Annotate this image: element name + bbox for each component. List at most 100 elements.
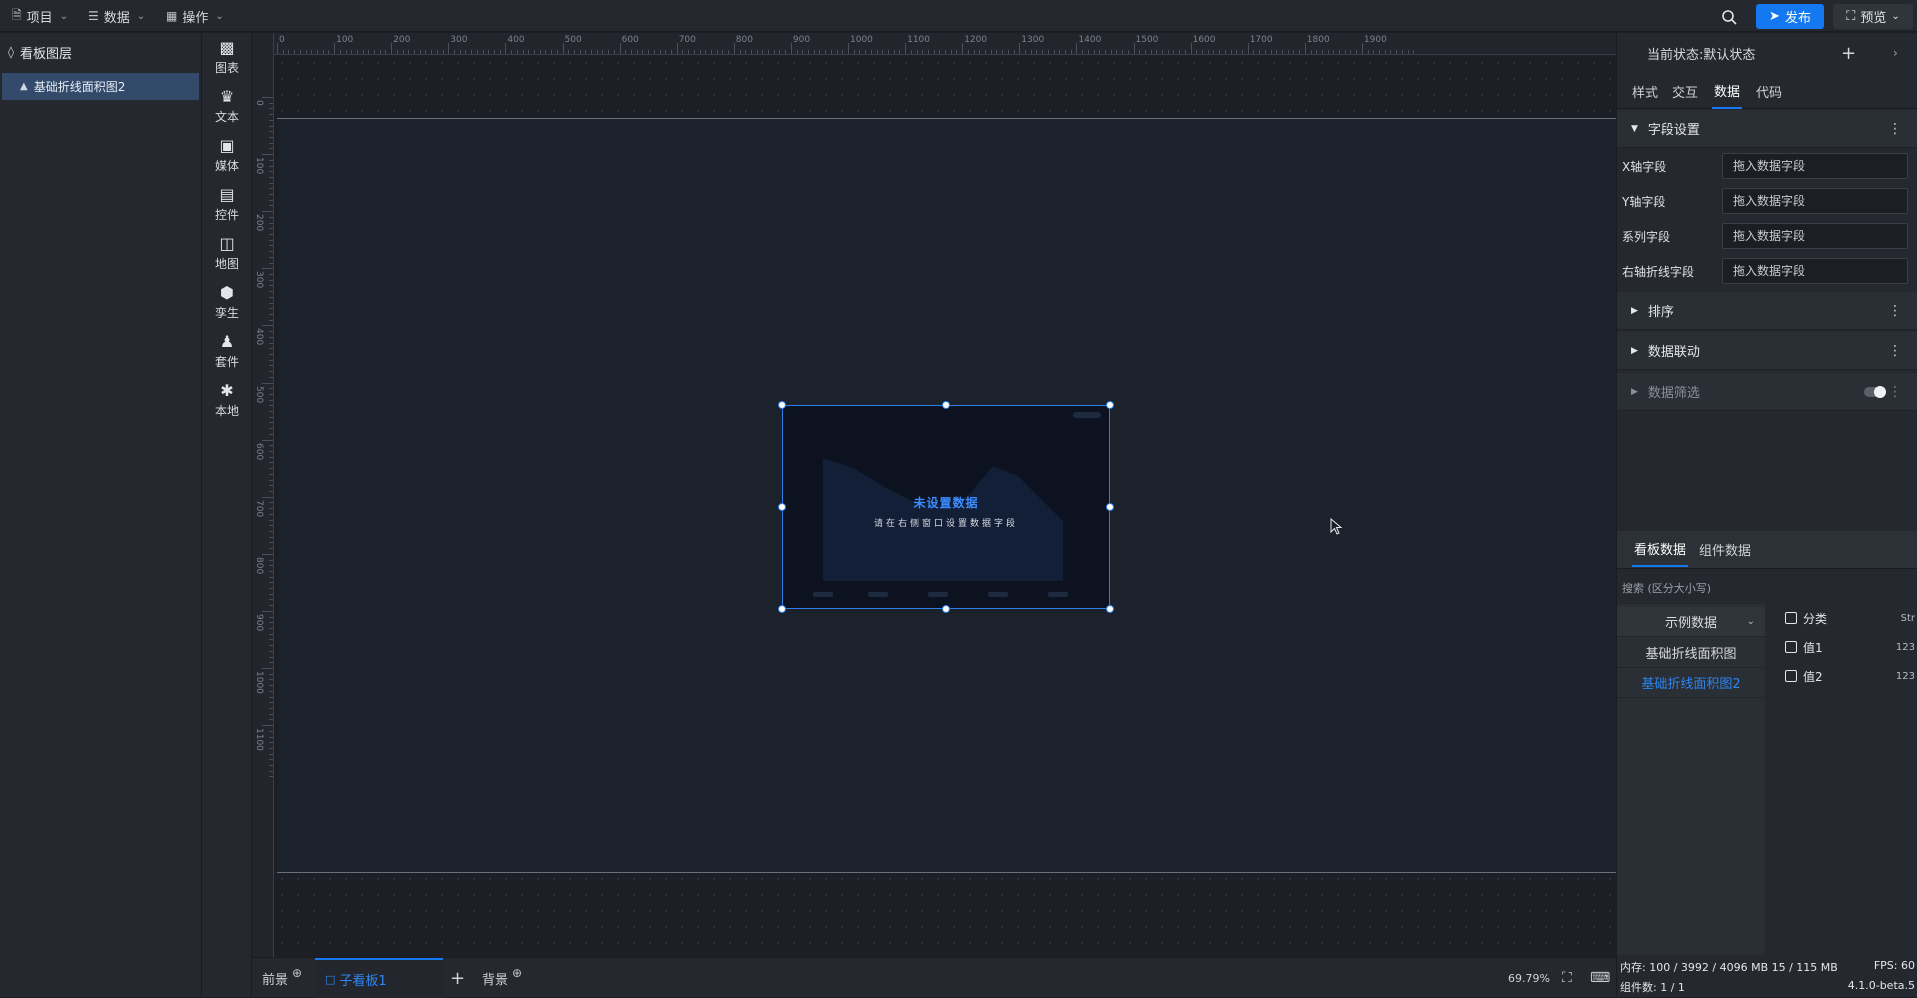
- ruler-tick: [262, 496, 273, 498]
- ruler-minor-tick: [269, 194, 273, 196]
- x-axis-field-input[interactable]: [1722, 153, 1908, 179]
- search-button[interactable]: [1718, 6, 1740, 28]
- ruler-minor-tick: [1162, 50, 1164, 54]
- layer-item[interactable]: ▲ 基础折线面积图2: [2, 73, 199, 100]
- ruler-minor-tick: [1379, 50, 1381, 54]
- ruler-left[interactable]: 0 100 200 300 400 500 600 700 800 900 1000 1100: [252, 33, 274, 957]
- more-icon[interactable]: ⋮: [1888, 343, 1902, 359]
- tab-interaction[interactable]: 交互: [1672, 73, 1698, 109]
- right-axis-field-input[interactable]: [1722, 258, 1908, 284]
- tab-sub-board[interactable]: □ 子看板1: [315, 958, 443, 998]
- ruler-minor-tick: [269, 696, 273, 698]
- ruler-minor-tick: [670, 50, 672, 54]
- add-board-button[interactable]: +: [450, 958, 465, 998]
- dataset-search-input[interactable]: [1622, 577, 1912, 599]
- tab-data[interactable]: 数据: [1712, 73, 1743, 109]
- dataset-item[interactable]: 基础折线面积图: [1617, 638, 1765, 668]
- ruler-minor-tick: [471, 50, 473, 54]
- state-value[interactable]: 默认状态: [1703, 44, 1755, 63]
- ruler-minor-tick: [345, 50, 347, 54]
- ruler-tick: [277, 43, 278, 54]
- resize-handle-br[interactable]: [1106, 605, 1114, 613]
- checkbox-icon[interactable]: [1785, 641, 1797, 653]
- data-field-item[interactable]: 值1 123: [1785, 635, 1915, 659]
- component-kit[interactable]: ♟ 套件: [202, 327, 252, 377]
- ruler-minor-tick: [269, 713, 273, 715]
- data-field-item[interactable]: 值2 123: [1785, 664, 1915, 688]
- ruler-minor-tick: [573, 50, 575, 54]
- resize-handle-t[interactable]: [942, 401, 950, 409]
- section-sort[interactable]: ▶ 排序 ⋮: [1617, 292, 1917, 330]
- section-data-filter[interactable]: ▶ 数据筛选 ⋮: [1617, 373, 1917, 411]
- ruler-top[interactable]: 0 100 200 300 400 500 600 700 800 900 1000 1100 1200…: [252, 33, 1616, 55]
- ruler-minor-tick: [1093, 50, 1095, 54]
- keyboard-icon[interactable]: ⌨: [1590, 958, 1610, 998]
- checkbox-icon[interactable]: [1785, 670, 1797, 682]
- tab-foreground[interactable]: 前景 ⊕: [262, 958, 302, 998]
- toggle-switch[interactable]: [1864, 386, 1886, 398]
- field-row-x: X轴字段: [1617, 149, 1917, 184]
- ruler-minor-tick: [1281, 50, 1283, 54]
- ruler-minor-tick: [1025, 50, 1026, 54]
- ruler-minor-tick: [368, 50, 370, 54]
- chevron-right-icon[interactable]: ›: [1893, 46, 1898, 60]
- resize-handle-b[interactable]: [942, 605, 950, 613]
- ruler-tick: [262, 668, 273, 669]
- add-state-icon[interactable]: +: [1841, 43, 1856, 64]
- tab-board-data[interactable]: 看板数据: [1632, 531, 1689, 567]
- ruler-tick: [905, 43, 907, 54]
- resize-handle-tr[interactable]: [1106, 401, 1114, 409]
- ruler-minor-tick: [539, 50, 541, 54]
- data-source-tabs: 看板数据 组件数据: [1617, 531, 1917, 569]
- checkbox-icon[interactable]: [1785, 612, 1797, 624]
- menu-data[interactable]: ☰ 数据 ⌄: [88, 0, 145, 32]
- tab-code[interactable]: 代码: [1756, 73, 1782, 109]
- ruler-tick: [262, 211, 273, 213]
- publish-button[interactable]: ➤ 发布: [1756, 4, 1824, 29]
- preview-button[interactable]: ⛶ 预览 ⌄: [1833, 4, 1913, 29]
- more-icon[interactable]: ⋮: [1888, 121, 1902, 137]
- ruler-minor-tick: [665, 50, 667, 54]
- tab-background[interactable]: 背景 ⊕: [482, 958, 522, 998]
- data-field-item[interactable]: 分类 Str: [1785, 606, 1915, 630]
- component-twin[interactable]: ⬢ 孪生: [202, 278, 252, 328]
- tab-style[interactable]: 样式: [1632, 73, 1658, 109]
- tab-component-data[interactable]: 组件数据: [1699, 531, 1751, 567]
- resize-handle-r[interactable]: [1106, 503, 1114, 511]
- menu-project[interactable]: 🗎 项目 ⌄: [12, 0, 68, 32]
- resize-handle-bl[interactable]: [778, 605, 786, 613]
- component-control[interactable]: ▤ 控件: [202, 180, 252, 230]
- fit-screen-icon[interactable]: ⛶: [1562, 958, 1572, 998]
- ruler-minor-tick: [1396, 50, 1398, 54]
- ruler-minor-tick: [710, 50, 712, 54]
- chart-component[interactable]: 未设置数据 请在右侧窗口设置数据字段: [782, 405, 1110, 609]
- ruler-minor-tick: [269, 645, 273, 647]
- zoom-level[interactable]: 69.79%: [1508, 958, 1550, 998]
- component-media[interactable]: ▣ 媒体: [202, 131, 252, 181]
- ruler-minor-tick: [1196, 50, 1198, 54]
- more-icon[interactable]: ⋮: [1888, 384, 1902, 400]
- more-icon[interactable]: ⋮: [1888, 303, 1902, 319]
- section-data-linkage[interactable]: ▶ 数据联动 ⋮: [1617, 332, 1917, 370]
- ruler-minor-tick: [269, 536, 273, 538]
- resize-handle-l[interactable]: [778, 503, 786, 511]
- chart-empty-title: 未设置数据: [913, 496, 979, 510]
- ruler-minor-tick: [269, 599, 273, 601]
- section-field-settings[interactable]: ▼ 字段设置 ⋮: [1617, 110, 1917, 148]
- add-circle-icon[interactable]: ⊕: [292, 966, 302, 980]
- resize-handle-tl[interactable]: [778, 401, 786, 409]
- component-map[interactable]: ◫ 地图: [202, 229, 252, 279]
- ruler-minor-tick: [705, 50, 707, 54]
- menu-operation[interactable]: ▦ 操作 ⌄: [166, 0, 224, 32]
- y-axis-field-input[interactable]: [1722, 188, 1908, 214]
- ruler-minor-tick: [1110, 50, 1112, 54]
- component-local[interactable]: ✱ 本地: [202, 376, 252, 426]
- series-field-input[interactable]: [1722, 223, 1908, 249]
- component-chart[interactable]: ▩ 图表: [202, 33, 252, 83]
- component-text[interactable]: ♛ 文本: [202, 82, 252, 132]
- dataset-item-selected[interactable]: 基础折线面积图2: [1617, 668, 1765, 698]
- dataset-group-dropdown[interactable]: 示例数据 ⌄: [1617, 607, 1765, 637]
- ruler-minor-tick: [556, 50, 558, 54]
- add-circle-icon[interactable]: ⊕: [512, 966, 522, 980]
- ruler-tick: [1133, 43, 1135, 54]
